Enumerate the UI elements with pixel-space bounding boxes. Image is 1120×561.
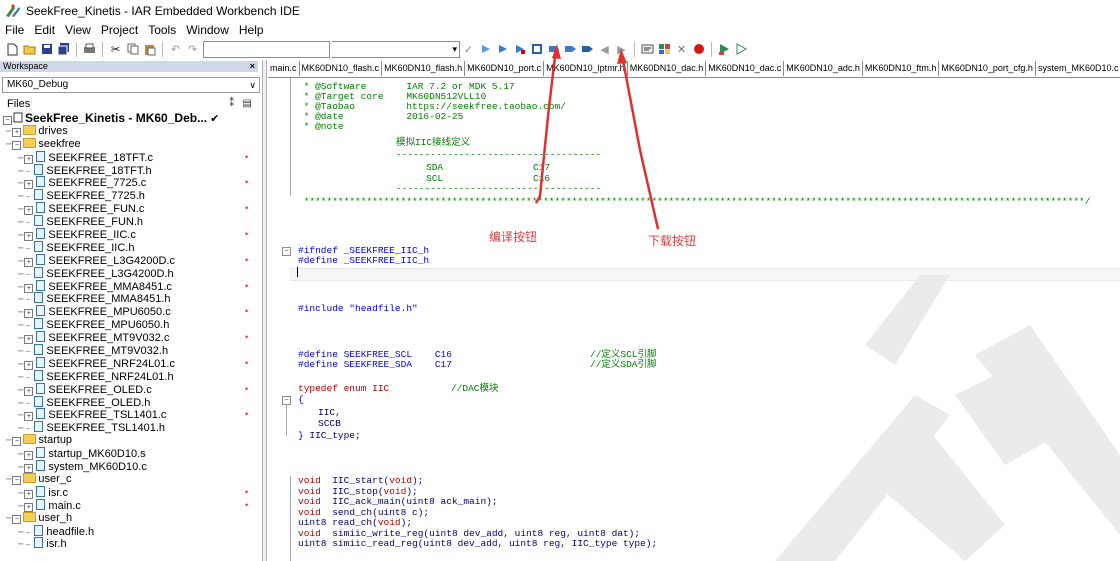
download-button-annotation: 下载按钮 <box>648 234 697 248</box>
compile-button-annotation: 编译按钮 <box>489 230 538 244</box>
annotation-arrows <box>534 44 660 230</box>
